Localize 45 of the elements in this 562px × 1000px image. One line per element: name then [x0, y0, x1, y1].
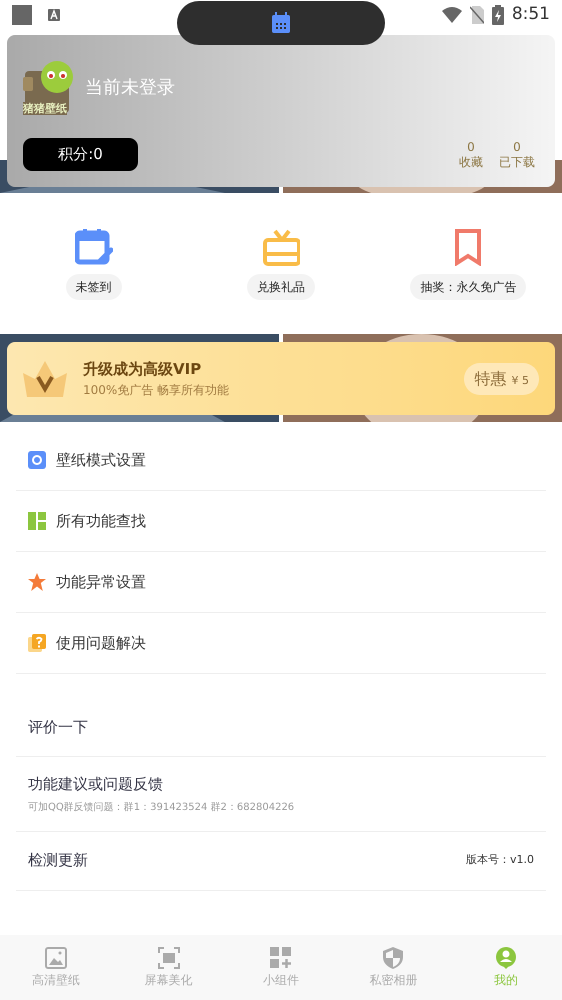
shield-icon [382, 946, 404, 968]
action-button[interactable]: 未签到 [66, 274, 122, 300]
calendar-icon [271, 12, 291, 34]
vip-subtitle: 100%免广告 畅享所有功能 [83, 382, 230, 399]
settings-label: 功能建议或问题反馈 [28, 774, 164, 795]
stat-value: 0 [512, 140, 522, 156]
settings-item[interactable]: 功能建议或问题反馈 可加QQ群反馈问题：群1：391423524 群2：682804226 [16, 757, 546, 832]
clock: 8:51 [512, 3, 550, 26]
widgets-icon [270, 946, 292, 968]
menu-item[interactable]: 所有功能查找 [16, 491, 546, 552]
vip-title: 升级成为高级VIP [83, 359, 202, 380]
gear-icon [28, 451, 46, 469]
crown-icon [23, 360, 67, 396]
battery-icon [492, 5, 504, 25]
menu-item[interactable]: 壁纸模式设置 [16, 430, 546, 491]
no-sim-icon [470, 6, 484, 24]
version-text: 版本号：v1.0 [466, 852, 534, 868]
notification-icon [12, 5, 32, 25]
settings-label: 检测更新 [28, 850, 88, 872]
vip-banner[interactable]: 升级成为高级VIP 100%免广告 畅享所有功能 特惠 ¥ 5 [7, 342, 555, 415]
screen-icon [158, 946, 180, 968]
stat-value: 0 [466, 140, 476, 156]
profile-icon [494, 946, 517, 968]
menu-item[interactable]: 使用问题解决 [16, 613, 546, 674]
settings-note: 可加QQ群反馈问题：群1：391423524 群2：682804226 [28, 800, 294, 814]
menu-item[interactable]: 功能异常设置 [16, 552, 546, 613]
image-icon [45, 946, 68, 968]
stat-label[interactable]: 收藏 [459, 155, 483, 171]
grid-icon [28, 512, 46, 530]
settings-item[interactable]: 检测更新 版本号：v1.0 [16, 832, 546, 890]
logo-caption: 猪猪壁纸 [23, 102, 67, 115]
login-status: 当前未登录 [85, 76, 175, 100]
offer-button[interactable]: 特惠 ¥ 5 [464, 362, 539, 394]
help-icon [28, 634, 46, 652]
points-button[interactable]: 积分:0 [23, 138, 138, 171]
gift-icon [262, 228, 300, 266]
wifi-icon [442, 7, 462, 23]
settings-item[interactable]: 评价一下 [16, 698, 546, 757]
settings-label: 评价一下 [28, 716, 88, 738]
calendar-edit-icon [74, 228, 113, 266]
keyboard-icon [48, 9, 60, 21]
star-icon [28, 573, 46, 591]
stat-label[interactable]: 已下载 [499, 155, 535, 171]
action-button[interactable]: 兑换礼品 [246, 274, 315, 300]
action-button[interactable]: 抽奖：永久免广告 [410, 274, 526, 300]
